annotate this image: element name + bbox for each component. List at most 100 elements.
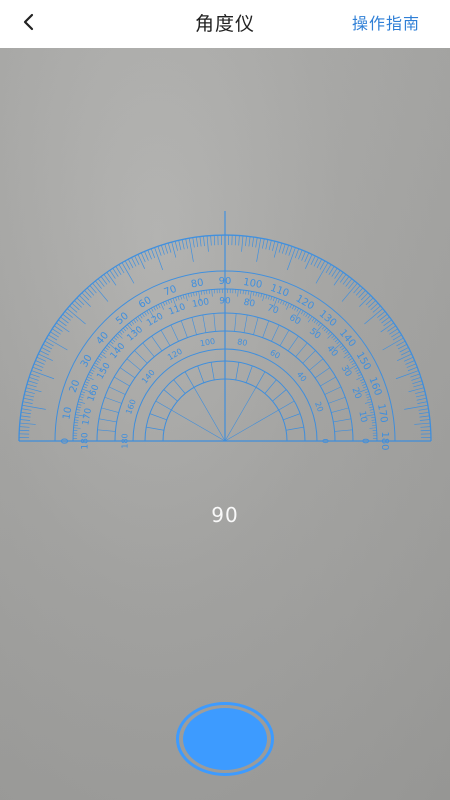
inner-scale-label: 80 (237, 337, 249, 348)
outer-tick (213, 235, 216, 246)
inner-scale-label: 30 (339, 364, 354, 379)
outer-tick (397, 353, 412, 362)
inner-tick (339, 345, 344, 349)
outer-tick (157, 246, 162, 256)
outer-tick (380, 322, 394, 333)
inner-tick (289, 304, 292, 309)
inner-tick (162, 302, 166, 306)
page-title: 角度仪 (194, 12, 255, 35)
band-tick (126, 358, 141, 371)
outer-tick (178, 240, 182, 251)
inner-tick (325, 329, 329, 333)
outer-tick (272, 241, 276, 251)
inner-scale-label: 70 (266, 303, 280, 316)
inner-tick (371, 416, 376, 419)
inner-tick (343, 353, 350, 359)
radial-line (264, 379, 277, 394)
inner-tick (167, 299, 170, 304)
outer-scale-label: 50 (114, 311, 131, 328)
outer-tick (36, 356, 47, 362)
radial-line (272, 389, 287, 402)
inner-tick (98, 355, 103, 359)
inner-tick (262, 294, 265, 302)
outer-tick (392, 334, 402, 341)
outer-tick (294, 248, 300, 259)
outer-tick (316, 258, 323, 269)
outer-tick (44, 340, 54, 347)
band-tick (262, 320, 270, 338)
outer-tick (144, 251, 149, 261)
outer-tick (41, 347, 51, 353)
inner-tick (103, 349, 107, 353)
inner-tick (258, 292, 260, 297)
inner-tick (90, 369, 95, 372)
inner-tick (180, 295, 183, 300)
radial-line (278, 400, 295, 411)
operation-guide-link[interactable]: 操作指南 (352, 0, 420, 44)
outer-tick (415, 394, 426, 398)
outer-tick (127, 258, 134, 269)
inner-tick (185, 294, 188, 302)
outer-tick (28, 377, 39, 381)
inner-tick (296, 307, 299, 312)
band-tick (334, 429, 353, 432)
inner-tick (357, 374, 362, 377)
inner-tick (110, 341, 114, 345)
inner-tick (331, 335, 335, 339)
inner-tick (247, 290, 250, 295)
inner-scale-label: 90 (219, 297, 231, 307)
outer-tick (399, 347, 409, 353)
shutter-button[interactable] (176, 702, 274, 776)
band-tick (328, 396, 346, 404)
outer-tick (319, 260, 326, 270)
outer-tick (401, 350, 411, 356)
inner-tick (83, 383, 88, 386)
outer-tick (134, 255, 140, 265)
inner-tick (141, 313, 145, 318)
outer-tick (234, 235, 237, 246)
outer-tick (241, 235, 244, 252)
outer-tick (273, 241, 279, 258)
outer-tick (167, 242, 172, 253)
protractor-overlay[interactable]: 010203040506070 80 90 100 110120130140150160… (0, 48, 450, 800)
outer-tick (238, 235, 240, 246)
inner-tick (86, 378, 90, 382)
outer-tick (22, 401, 33, 404)
inner-tick (137, 316, 143, 323)
inner-tick (121, 329, 125, 333)
band-tick (160, 329, 171, 346)
band-tick (234, 313, 237, 332)
inner-tick (351, 362, 356, 366)
inner-tick (355, 369, 360, 372)
outer-tick (185, 238, 188, 249)
outer-scale-label: 120 (294, 293, 316, 312)
outer-tick (407, 366, 418, 372)
inner-tick (211, 289, 213, 297)
outer-tick (268, 240, 272, 251)
centre-spoke (171, 409, 226, 442)
band-tick (98, 418, 117, 423)
radial-line (155, 400, 172, 411)
back-button[interactable] (14, 0, 44, 44)
outer-tick (32, 366, 43, 372)
inner-tick (369, 409, 374, 411)
inner-scale-label: 140 (109, 341, 128, 361)
inner-tick (100, 353, 107, 359)
band-tick (104, 396, 122, 404)
inner-tick (151, 307, 154, 312)
centre-spoke (224, 409, 279, 442)
outer-tick (413, 383, 424, 388)
inner-tick (370, 411, 375, 414)
inner-tick (286, 303, 290, 310)
inner-scale-label: 180 (121, 433, 130, 448)
band-tick (287, 335, 299, 352)
band-tick (243, 314, 248, 333)
inner-tick (95, 360, 100, 363)
outer-tick (265, 239, 269, 250)
outer-scale-label: 90 (219, 276, 232, 287)
outer-tick (42, 343, 53, 350)
inner-tick (165, 300, 168, 305)
camera-shutter-icon (183, 708, 267, 770)
outer-scale-label: 100 (242, 277, 263, 291)
band-tick (324, 386, 342, 395)
